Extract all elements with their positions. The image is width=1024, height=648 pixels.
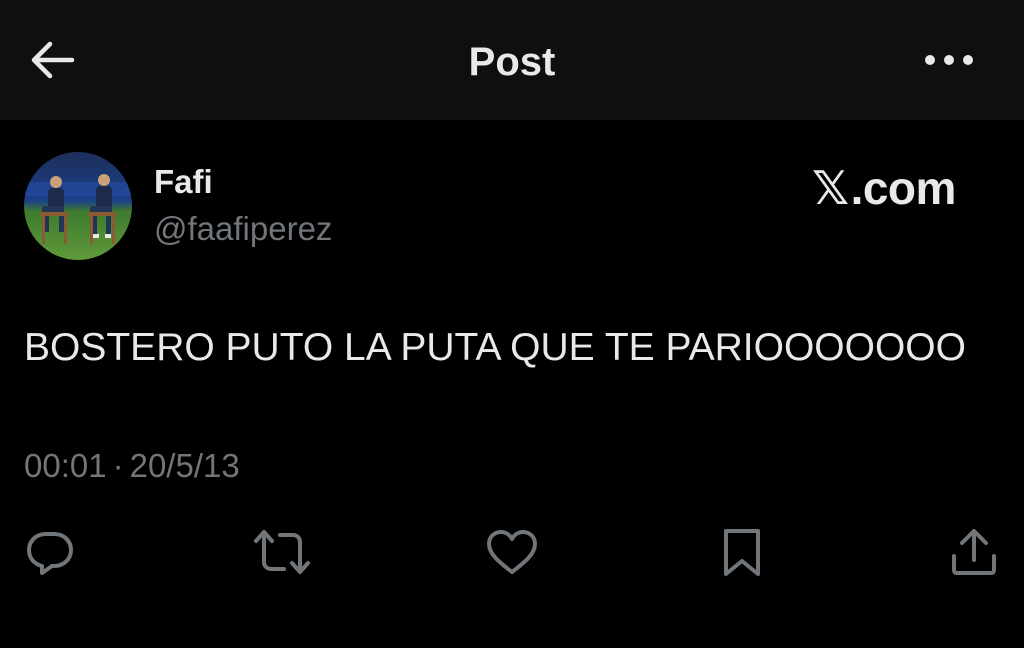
back-button[interactable] — [22, 36, 82, 88]
more-horizontal-icon — [923, 53, 975, 72]
like-button[interactable] — [482, 524, 542, 584]
post-date: 20/5/13 — [129, 447, 240, 484]
author-display-name[interactable]: Fafi — [154, 162, 213, 202]
meta-separator: · — [112, 447, 124, 484]
share-icon — [948, 526, 1000, 583]
avatar-photo — [24, 152, 132, 260]
repost-icon — [252, 526, 312, 583]
more-options-button[interactable] — [914, 36, 984, 88]
author-handle[interactable]: @faafiperez — [154, 208, 332, 250]
bookmark-icon — [720, 525, 764, 584]
x-logo-icon: 𝕏 — [812, 162, 849, 214]
reply-icon — [24, 526, 76, 583]
top-bar: Post — [0, 0, 1024, 120]
bookmark-button[interactable] — [712, 524, 772, 584]
post-time: 00:01 — [24, 447, 107, 484]
arrow-left-icon — [28, 40, 76, 85]
post-text: BOSTERO PUTO LA PUTA QUE TE PARIOOOOOOO — [24, 326, 966, 369]
brand-watermark: 𝕏 .com — [812, 160, 956, 216]
heart-icon — [485, 528, 539, 581]
repost-button[interactable] — [252, 524, 312, 584]
avatar[interactable] — [24, 152, 132, 260]
page-title: Post — [468, 40, 556, 84]
brand-suffix: .com — [850, 162, 957, 214]
post-timestamp: 00:01 · 20/5/13 — [24, 444, 240, 488]
share-button[interactable] — [944, 524, 1004, 584]
reply-button[interactable] — [20, 524, 80, 584]
